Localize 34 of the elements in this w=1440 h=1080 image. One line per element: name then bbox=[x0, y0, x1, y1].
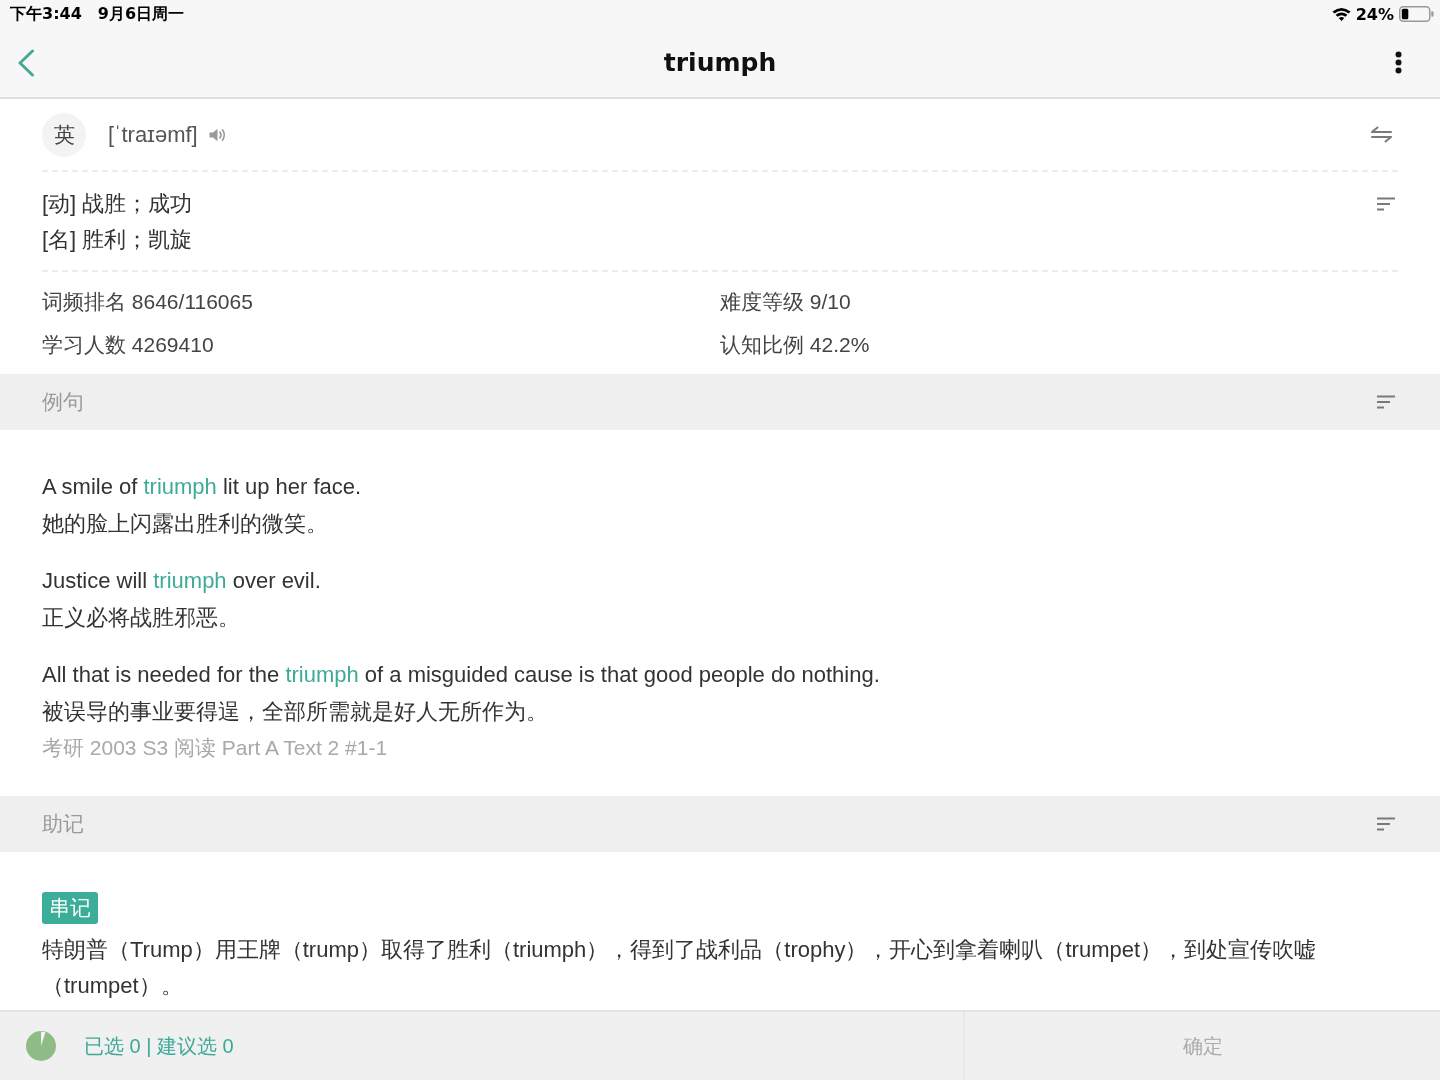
lines-icon[interactable] bbox=[1376, 817, 1396, 831]
definition-text: [动] 战胜；成功 bbox=[42, 190, 193, 218]
mnemonic-tag: 串记 bbox=[42, 892, 98, 924]
example-sentence: A smile of triumph lit up her face. bbox=[42, 473, 363, 501]
stat-text: 学习人数 4269410 bbox=[42, 332, 215, 358]
page-title: triumph bbox=[663, 48, 777, 77]
swap-arrows-icon[interactable] bbox=[1371, 126, 1392, 143]
stat-text: 难度等级 9/10 bbox=[720, 289, 852, 315]
stat-text: 词频排名 8646/116065 bbox=[42, 289, 254, 315]
pie-chart-icon bbox=[26, 1031, 56, 1061]
battery-icon bbox=[1399, 6, 1434, 22]
example-translation: 正义必将战胜邪恶。 bbox=[42, 604, 241, 632]
stat-text: 认知比例 42.2% bbox=[720, 332, 871, 358]
status-date: 9月6日周一 bbox=[97, 3, 185, 25]
back-icon[interactable] bbox=[17, 48, 35, 77]
example-sentence: Justice will triumph over evil. bbox=[42, 567, 322, 595]
example-sentence: All that is needed for the triumph of a misguided cause is that good people do nothing. bbox=[42, 661, 881, 689]
mnemonic-text: 特朗普（Trump）用王牌（trump）取得了胜利（triumph），得到了战利品（trophy），开心到拿着喇叭（trumpet），到处宣传吹嘘（trumpet）。 bbox=[42, 936, 1318, 1000]
lines-icon[interactable] bbox=[1376, 197, 1396, 211]
speaker-icon[interactable] bbox=[208, 127, 226, 142]
example-translation: 被误导的事业要得逞，全部所需就是好人无所作为。 bbox=[42, 698, 549, 726]
section-title: 助记 bbox=[42, 811, 84, 837]
wifi-icon bbox=[1331, 7, 1351, 21]
definition-text: [名] 胜利；凯旋 bbox=[42, 226, 193, 254]
accent-badge[interactable]: 英 bbox=[42, 112, 86, 157]
battery-percent: 24% bbox=[1355, 4, 1394, 24]
lines-icon[interactable] bbox=[1376, 395, 1396, 409]
selection-count: 已选 0 | 建议选 0 bbox=[84, 1033, 234, 1059]
example-source: 考研 2003 S3 阅读 Part A Text 2 #1-1 bbox=[42, 735, 389, 761]
status-time: 下午3:44 bbox=[10, 3, 82, 25]
phonetic-text: [ˈtraɪəmf] bbox=[108, 121, 198, 148]
more-icon[interactable] bbox=[1395, 51, 1402, 74]
section-title: 例句 bbox=[42, 389, 84, 415]
example-translation: 她的脸上闪露出胜利的微笑。 bbox=[42, 510, 329, 538]
